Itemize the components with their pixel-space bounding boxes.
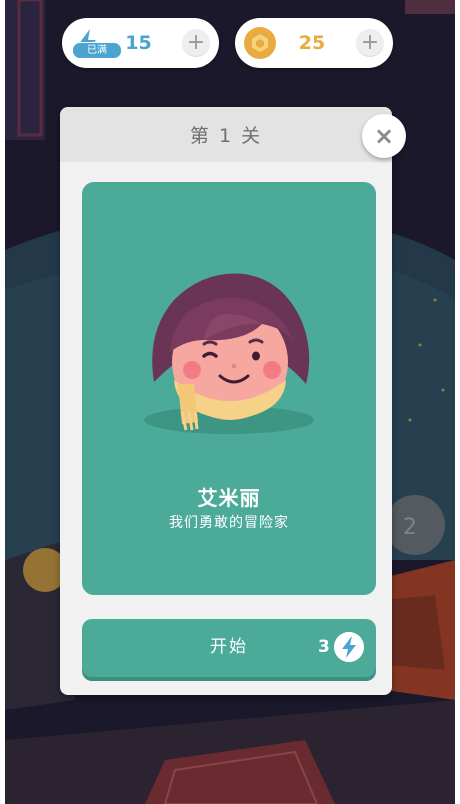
add-coins-button[interactable]: + <box>356 29 384 57</box>
level-title: 第 1 关 <box>60 107 392 162</box>
character-description: 我们勇敢的冒险家 <box>169 515 289 531</box>
coin-counter: 25 + <box>235 18 393 68</box>
start-button-label: 开始 <box>210 637 248 657</box>
character-name: 艾米丽 <box>197 486 261 510</box>
close-button[interactable]: × <box>362 114 406 158</box>
hex-coin-icon <box>244 27 276 59</box>
character-portrait <box>144 273 314 434</box>
start-button[interactable]: 开始 3 <box>82 619 376 677</box>
character-card: 艾米丽 我们勇敢的冒险家 <box>82 182 376 595</box>
energy-full-badge: 已满 <box>72 42 122 59</box>
lightning-icon <box>334 632 364 662</box>
add-energy-button[interactable]: + <box>182 29 210 57</box>
energy-cost: 3 <box>318 637 330 657</box>
coin-value: 25 <box>298 32 326 54</box>
level-dialog: 第 1 关 艾米丽 我们勇敢的冒险家 开始 3 <box>60 107 392 695</box>
